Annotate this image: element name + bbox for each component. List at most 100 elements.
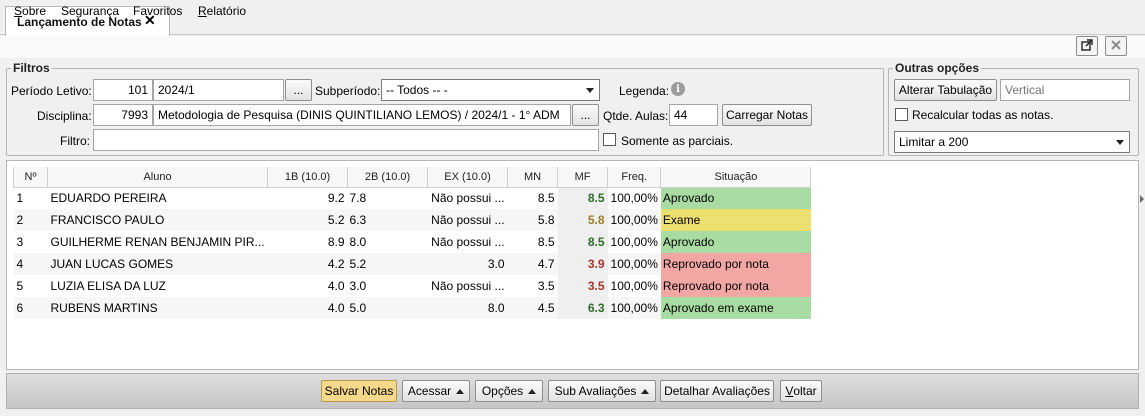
cell-situacao: Aprovado xyxy=(660,231,811,253)
cell-1b[interactable]: 8.9 xyxy=(267,231,348,253)
cell-2b[interactable]: 6.3 xyxy=(347,209,428,231)
cell-situacao: Reprovado por nota xyxy=(660,253,811,275)
table-row[interactable]: 1 EDUARDO PEREIRA 9.2 7.8 Não possui ...… xyxy=(13,187,811,209)
close-icon xyxy=(1110,39,1122,54)
cell-1b[interactable]: 5.2 xyxy=(267,209,348,231)
cell-2b[interactable]: 5.2 xyxy=(347,253,428,275)
col-header-situacao[interactable]: Situação xyxy=(660,167,812,188)
cell-ex[interactable]: 3.0 xyxy=(427,253,508,275)
periodo-code-field[interactable]: 101 xyxy=(93,79,153,101)
col-header-freq[interactable]: Freq. xyxy=(607,167,662,188)
disciplina-code-field[interactable]: 7993 xyxy=(93,104,153,126)
filtro-label: Filtro: xyxy=(60,134,90,148)
cell-2b[interactable]: 3.0 xyxy=(347,275,428,297)
scroll-right-arrow-icon[interactable] xyxy=(1140,195,1144,203)
outras-opcoes-title: Outras opções xyxy=(893,61,982,75)
table-row[interactable]: 4 JUAN LUCAS GOMES 4.2 5.2 3.0 4.7 3.9 1… xyxy=(13,253,811,275)
cell-numero: 3 xyxy=(13,231,48,253)
cell-freq: 100,00% xyxy=(607,253,661,275)
caret-up-icon xyxy=(528,388,537,394)
periodo-value-field[interactable]: 2024/1 xyxy=(153,79,284,101)
cell-freq: 100,00% xyxy=(607,209,661,231)
cell-aluno[interactable]: LUZIA ELISA DA LUZ xyxy=(47,275,268,297)
cell-2b[interactable]: 5.0 xyxy=(347,297,428,319)
somente-parciais-checkbox[interactable] xyxy=(603,133,616,146)
cell-ex[interactable]: Não possui ... xyxy=(427,231,508,253)
cell-mf: 8.5 xyxy=(557,187,608,209)
table-row[interactable]: 2 FRANCISCO PAULO 5.2 6.3 Não possui ...… xyxy=(13,209,811,231)
menu-relatorio[interactable]: Relatório xyxy=(198,4,246,18)
cell-1b[interactable]: 4.0 xyxy=(267,275,348,297)
col-header-numero[interactable]: Nº xyxy=(13,167,48,188)
opcoes-label: Opções xyxy=(481,384,524,398)
opcoes-button[interactable]: Opções xyxy=(475,380,543,402)
menu-seguranca[interactable]: Segurança xyxy=(61,4,119,18)
cell-1b[interactable]: 4.0 xyxy=(267,297,348,319)
cell-2b[interactable]: 8.0 xyxy=(347,231,428,253)
disciplina-label: Disciplina: xyxy=(37,109,92,123)
limitar-select[interactable]: Limitar a 200 xyxy=(894,131,1130,153)
cell-aluno[interactable]: GUILHERME RENAN BENJAMIN PIR... xyxy=(47,231,268,253)
cell-mn: 5.8 xyxy=(507,209,558,231)
info-icon[interactable]: i xyxy=(671,82,685,96)
menu-sobre[interactable]: Sobre xyxy=(14,4,46,18)
acessar-label: Acessar xyxy=(407,384,452,398)
qtde-aulas-field[interactable]: 44 xyxy=(669,104,718,126)
cell-ex[interactable]: Não possui ... xyxy=(427,275,508,297)
cell-situacao: Reprovado por nota xyxy=(660,275,811,297)
periodo-lookup-button[interactable]: ... xyxy=(285,79,312,101)
cell-mf: 5.8 xyxy=(557,209,608,231)
recalcular-checkbox[interactable] xyxy=(895,108,908,121)
col-header-2b[interactable]: 2B (10.0) xyxy=(347,167,429,188)
table-row[interactable]: 6 RUBENS MARTINS 4.0 5.0 8.0 4.5 6.3 100… xyxy=(13,297,811,319)
salvar-notas-button[interactable]: Salvar Notas xyxy=(321,380,397,402)
col-header-mf[interactable]: MF xyxy=(557,167,609,188)
qtde-aulas-label: Qtde. Aulas: xyxy=(603,109,669,123)
cell-numero: 5 xyxy=(13,275,48,297)
disciplina-value-field[interactable]: Metodologia de Pesquisa (DINIS QUINTILIA… xyxy=(153,104,571,126)
carregar-notas-button[interactable]: Carregar Notas xyxy=(722,104,812,126)
tabulacao-field[interactable] xyxy=(1000,79,1130,101)
subperiodo-value: -- Todos -- - xyxy=(386,83,448,97)
table-header-row: Nº Aluno 1B (10.0) 2B (10.0) EX (10.0) M… xyxy=(13,167,812,188)
cell-aluno[interactable]: FRANCISCO PAULO xyxy=(47,209,268,231)
menu-favoritos[interactable]: Favoritos xyxy=(133,4,182,18)
cell-ex[interactable]: Não possui ... xyxy=(427,187,508,209)
window-close-button[interactable] xyxy=(1105,36,1127,56)
table-row[interactable]: 5 LUZIA ELISA DA LUZ 4.0 3.0 Não possui … xyxy=(13,275,811,297)
acessar-button[interactable]: Acessar xyxy=(402,380,470,402)
cell-aluno[interactable]: JUAN LUCAS GOMES xyxy=(47,253,268,275)
somente-parciais-label: Somente as parciais. xyxy=(621,134,734,148)
col-header-ex[interactable]: EX (10.0) xyxy=(427,167,509,188)
detalhar-avaliacoes-button[interactable]: Detalhar Avaliações xyxy=(660,380,774,402)
subperiodo-select[interactable]: -- Todos -- - xyxy=(381,79,600,101)
cell-aluno[interactable]: RUBENS MARTINS xyxy=(47,297,268,319)
cell-aluno[interactable]: EDUARDO PEREIRA xyxy=(47,187,268,209)
col-header-mn[interactable]: MN xyxy=(507,167,559,188)
disciplina-lookup-button[interactable]: ... xyxy=(572,104,599,126)
cell-mf: 3.5 xyxy=(557,275,608,297)
chevron-down-icon xyxy=(586,88,594,93)
voltar-button[interactable]: Voltar xyxy=(780,380,822,402)
menu-bar xyxy=(0,36,1145,58)
col-header-aluno[interactable]: Aluno xyxy=(46,167,269,188)
alterar-tabulacao-button[interactable]: Alterar Tabulação xyxy=(894,79,997,101)
cell-ex[interactable]: 8.0 xyxy=(427,297,508,319)
recalcular-label: Recalcular todas as notas. xyxy=(912,108,1054,122)
cell-situacao: Aprovado em exame xyxy=(660,297,811,319)
cell-2b[interactable]: 7.8 xyxy=(347,187,428,209)
cell-1b[interactable]: 9.2 xyxy=(267,187,348,209)
legenda-label: Legenda: xyxy=(619,84,670,98)
cell-freq: 100,00% xyxy=(607,231,661,253)
popout-button[interactable] xyxy=(1076,36,1098,56)
col-header-1b[interactable]: 1B (10.0) xyxy=(267,167,349,188)
cell-1b[interactable]: 4.2 xyxy=(267,253,348,275)
popout-icon xyxy=(1081,38,1093,54)
cell-numero: 1 xyxy=(13,187,48,209)
sub-avaliacoes-button[interactable]: Sub Avaliações xyxy=(548,380,656,402)
cell-mn: 4.5 xyxy=(507,297,558,319)
table-row[interactable]: 3 GUILHERME RENAN BENJAMIN PIR... 8.9 8.… xyxy=(13,231,811,253)
cell-ex[interactable]: Não possui ... xyxy=(427,209,508,231)
periodo-label: Período Letivo: xyxy=(11,84,92,98)
filtro-input[interactable] xyxy=(93,129,599,151)
